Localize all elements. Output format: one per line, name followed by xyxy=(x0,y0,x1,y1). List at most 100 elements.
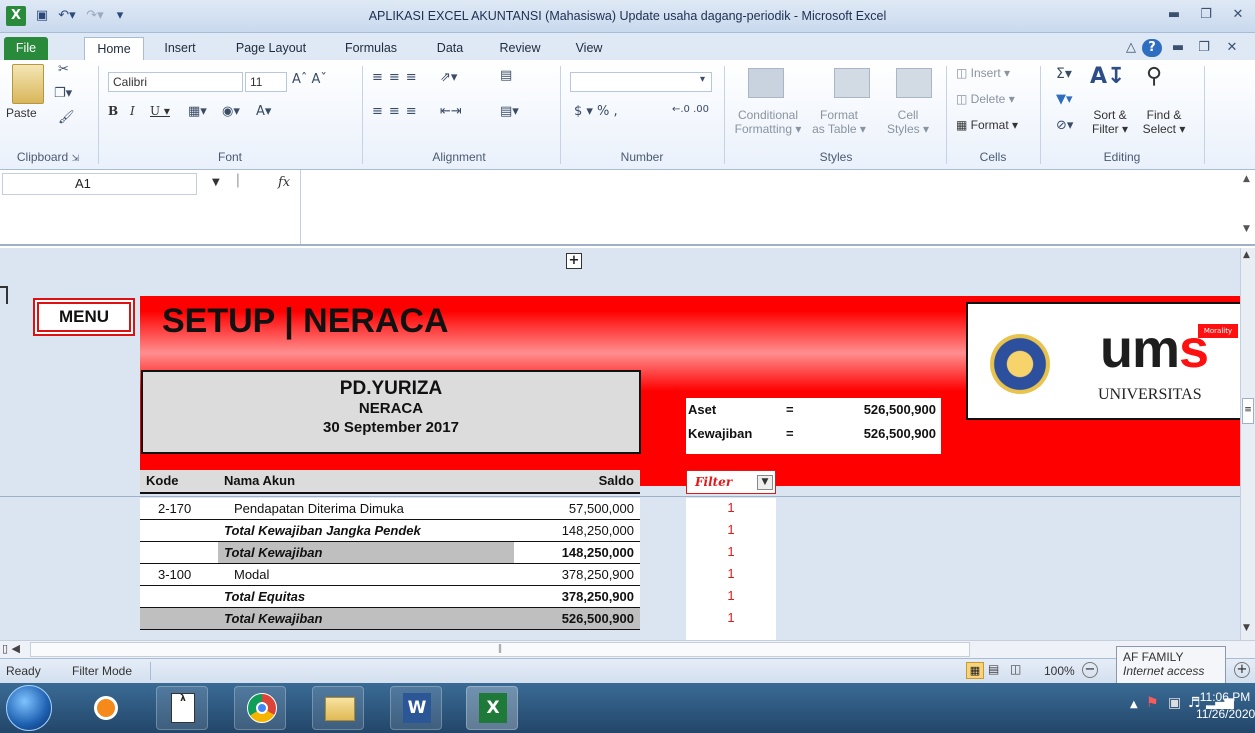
number-format-select[interactable] xyxy=(570,72,712,92)
find-select-icon[interactable]: ⚲ xyxy=(1146,64,1162,89)
orientation-icon[interactable]: ⇗▾ xyxy=(440,70,457,85)
format-cells-button[interactable]: ▦ Format ▾ xyxy=(956,118,1018,132)
taskbar-app-explorer[interactable] xyxy=(312,686,364,730)
sort-filter-icon[interactable]: A↧ xyxy=(1090,64,1125,89)
horizontal-scrollbar[interactable]: ‖ xyxy=(30,642,970,657)
merge-center-icon[interactable]: ▤▾ xyxy=(500,104,519,119)
expand-group-icon[interactable]: + xyxy=(566,253,582,269)
table-row[interactable]: 3-100 Modal 378,250,900 xyxy=(140,564,640,586)
clock[interactable]: 11:06 PM 11/26/2020 xyxy=(1196,689,1255,723)
show-hidden-icons[interactable]: ▲ xyxy=(1130,699,1138,710)
indent-icons[interactable]: ⇤⇥ xyxy=(440,104,462,119)
taskbar-app-chrome[interactable] xyxy=(234,686,286,730)
table-row[interactable]: Total Equitas 378,250,900 xyxy=(140,586,640,608)
network-adapter-icon[interactable]: ▣ xyxy=(1168,695,1181,711)
worksheet[interactable]: + SETUP | NERACA MENU PD.YURIZA NERACA 3… xyxy=(0,248,1240,640)
minimize-icon[interactable]: ▬ xyxy=(1160,5,1188,25)
format-painter-icon[interactable]: 🖌 xyxy=(58,110,75,125)
row-nama: Modal xyxy=(234,567,270,582)
cell-styles-icon[interactable] xyxy=(896,68,932,98)
font-name-select[interactable]: Calibri xyxy=(108,72,243,92)
insert-cells-button[interactable]: ◫ Insert ▾ xyxy=(956,66,1010,80)
tab-home[interactable]: Home xyxy=(84,37,144,60)
taskbar-app-excel[interactable]: X xyxy=(466,686,518,730)
zoom-level[interactable]: 100% xyxy=(1044,664,1075,678)
bold-button[interactable]: B xyxy=(108,104,118,118)
cell-styles-button[interactable]: Cell Styles ▾ xyxy=(876,108,940,136)
help-icon[interactable]: ? xyxy=(1142,39,1162,57)
tab-file[interactable]: File xyxy=(4,37,48,60)
menu-button[interactable]: MENU xyxy=(33,298,135,336)
minimize-ribbon-icon[interactable]: △ xyxy=(1122,39,1140,57)
workbook-close-icon[interactable]: ✕ xyxy=(1222,39,1242,57)
tab-formulas[interactable]: Formulas xyxy=(336,37,406,60)
borders-icon[interactable]: ▦▾ xyxy=(188,104,207,119)
table-header: Kode Nama Akun Saldo xyxy=(140,470,640,494)
chrome-icon xyxy=(247,693,277,723)
summary-kewajiban-eq: = xyxy=(786,426,794,441)
italic-button[interactable]: I xyxy=(130,104,135,118)
delete-cells-button[interactable]: ◫ Delete ▾ xyxy=(956,92,1015,106)
wrap-text-icon[interactable]: ▤ xyxy=(500,68,512,83)
paste-icon[interactable] xyxy=(12,64,44,104)
tab-review[interactable]: Review xyxy=(490,37,550,60)
workbook-minimize-icon[interactable]: ▬ xyxy=(1168,39,1188,57)
number-format-dropdown-icon[interactable]: ▾ xyxy=(700,74,705,85)
name-box-dropdown-icon[interactable]: ▼ xyxy=(212,177,220,188)
tab-view[interactable]: View xyxy=(566,37,612,60)
conditional-formatting-icon[interactable] xyxy=(748,68,784,98)
copy-icon[interactable]: ❐▾ xyxy=(54,86,72,101)
tab-insert[interactable]: Insert xyxy=(154,37,206,60)
vertical-scrollbar[interactable]: ▲ ≡ ▼ xyxy=(1240,248,1255,640)
taskbar-app-word[interactable]: W xyxy=(390,686,442,730)
tab-page-layout[interactable]: Page Layout xyxy=(228,37,314,60)
start-button[interactable] xyxy=(6,685,52,731)
formula-input[interactable] xyxy=(300,170,1240,244)
restore-icon[interactable]: ❐ xyxy=(1192,5,1220,25)
sort-filter-button[interactable]: Sort & Filter ▾ xyxy=(1082,108,1138,136)
media-player-icon[interactable] xyxy=(76,686,136,730)
vertical-align-icons[interactable]: ≡≡≡ xyxy=(372,70,423,85)
find-select-button[interactable]: Find & Select ▾ xyxy=(1136,108,1192,136)
formula-bar-scroll-up-icon[interactable]: ▲ xyxy=(1243,174,1250,184)
insert-function-icon[interactable]: fx xyxy=(278,175,290,190)
table-row[interactable]: Total Kewajiban 526,500,900 xyxy=(140,608,640,630)
sheet-nav-icon[interactable]: ▯ ◀ xyxy=(2,642,20,655)
normal-view-icon[interactable]: ▦ xyxy=(966,662,984,679)
underline-button[interactable]: U ▾ xyxy=(150,104,170,118)
font-color-icon[interactable]: A▾ xyxy=(256,104,271,119)
page-layout-view-icon[interactable]: ▤ xyxy=(988,662,999,676)
font-size-select[interactable]: 11 xyxy=(245,72,287,92)
clear-icon[interactable]: ⊘▾ xyxy=(1056,118,1073,133)
horizontal-align-icons[interactable]: ≡≡≡ xyxy=(372,104,423,119)
close-icon[interactable]: ✕ xyxy=(1224,5,1252,25)
cut-icon[interactable]: ✂ xyxy=(58,62,69,77)
scroll-down-icon[interactable]: ▼ xyxy=(1243,623,1250,633)
autosum-icon[interactable]: Σ▾ xyxy=(1056,66,1072,82)
security-alert-icon[interactable]: ⚑ xyxy=(1146,695,1159,711)
name-box[interactable]: A1 xyxy=(2,173,197,195)
zoom-in-icon[interactable]: + xyxy=(1234,662,1250,678)
table-row[interactable]: Total Kewajiban Jangka Pendek 148,250,00… xyxy=(140,520,640,542)
taskbar-app-lisrel[interactable]: λ xyxy=(156,686,208,730)
table-row[interactable]: Total Kewajiban 148,250,000 xyxy=(140,542,640,564)
row-saldo: 57,500,000 xyxy=(568,501,634,516)
decimal-icons[interactable]: ←.0 .00 xyxy=(672,104,709,115)
page-break-view-icon[interactable]: ◫ xyxy=(1010,662,1021,676)
accounting-format-icon[interactable]: $ ▾ % , xyxy=(574,104,618,119)
scroll-up-icon[interactable]: ▲ xyxy=(1243,250,1250,260)
format-as-table-button[interactable]: Format as Table ▾ xyxy=(806,108,872,136)
workbook-restore-icon[interactable]: ❐ xyxy=(1194,39,1214,57)
filter-dropdown-icon[interactable]: ▼ xyxy=(757,475,773,490)
conditional-formatting-button[interactable]: Conditional Formatting ▾ xyxy=(730,108,806,136)
zoom-out-icon[interactable]: − xyxy=(1082,662,1098,678)
table-row[interactable]: 2-170 Pendapatan Diterima Dimuka 57,500,… xyxy=(140,498,640,520)
grow-font-icon[interactable]: Aˆ Aˇ xyxy=(292,72,327,87)
tab-data[interactable]: Data xyxy=(428,37,472,60)
format-as-table-icon[interactable] xyxy=(834,68,870,98)
fill-color-icon[interactable]: ◉▾ xyxy=(222,104,240,119)
formula-bar-scroll-down-icon[interactable]: ▼ xyxy=(1243,224,1250,234)
fill-icon[interactable]: ▼▾ xyxy=(1056,92,1073,107)
scroll-thumb[interactable]: ≡ xyxy=(1242,398,1254,424)
paste-button[interactable]: Paste xyxy=(6,106,37,120)
